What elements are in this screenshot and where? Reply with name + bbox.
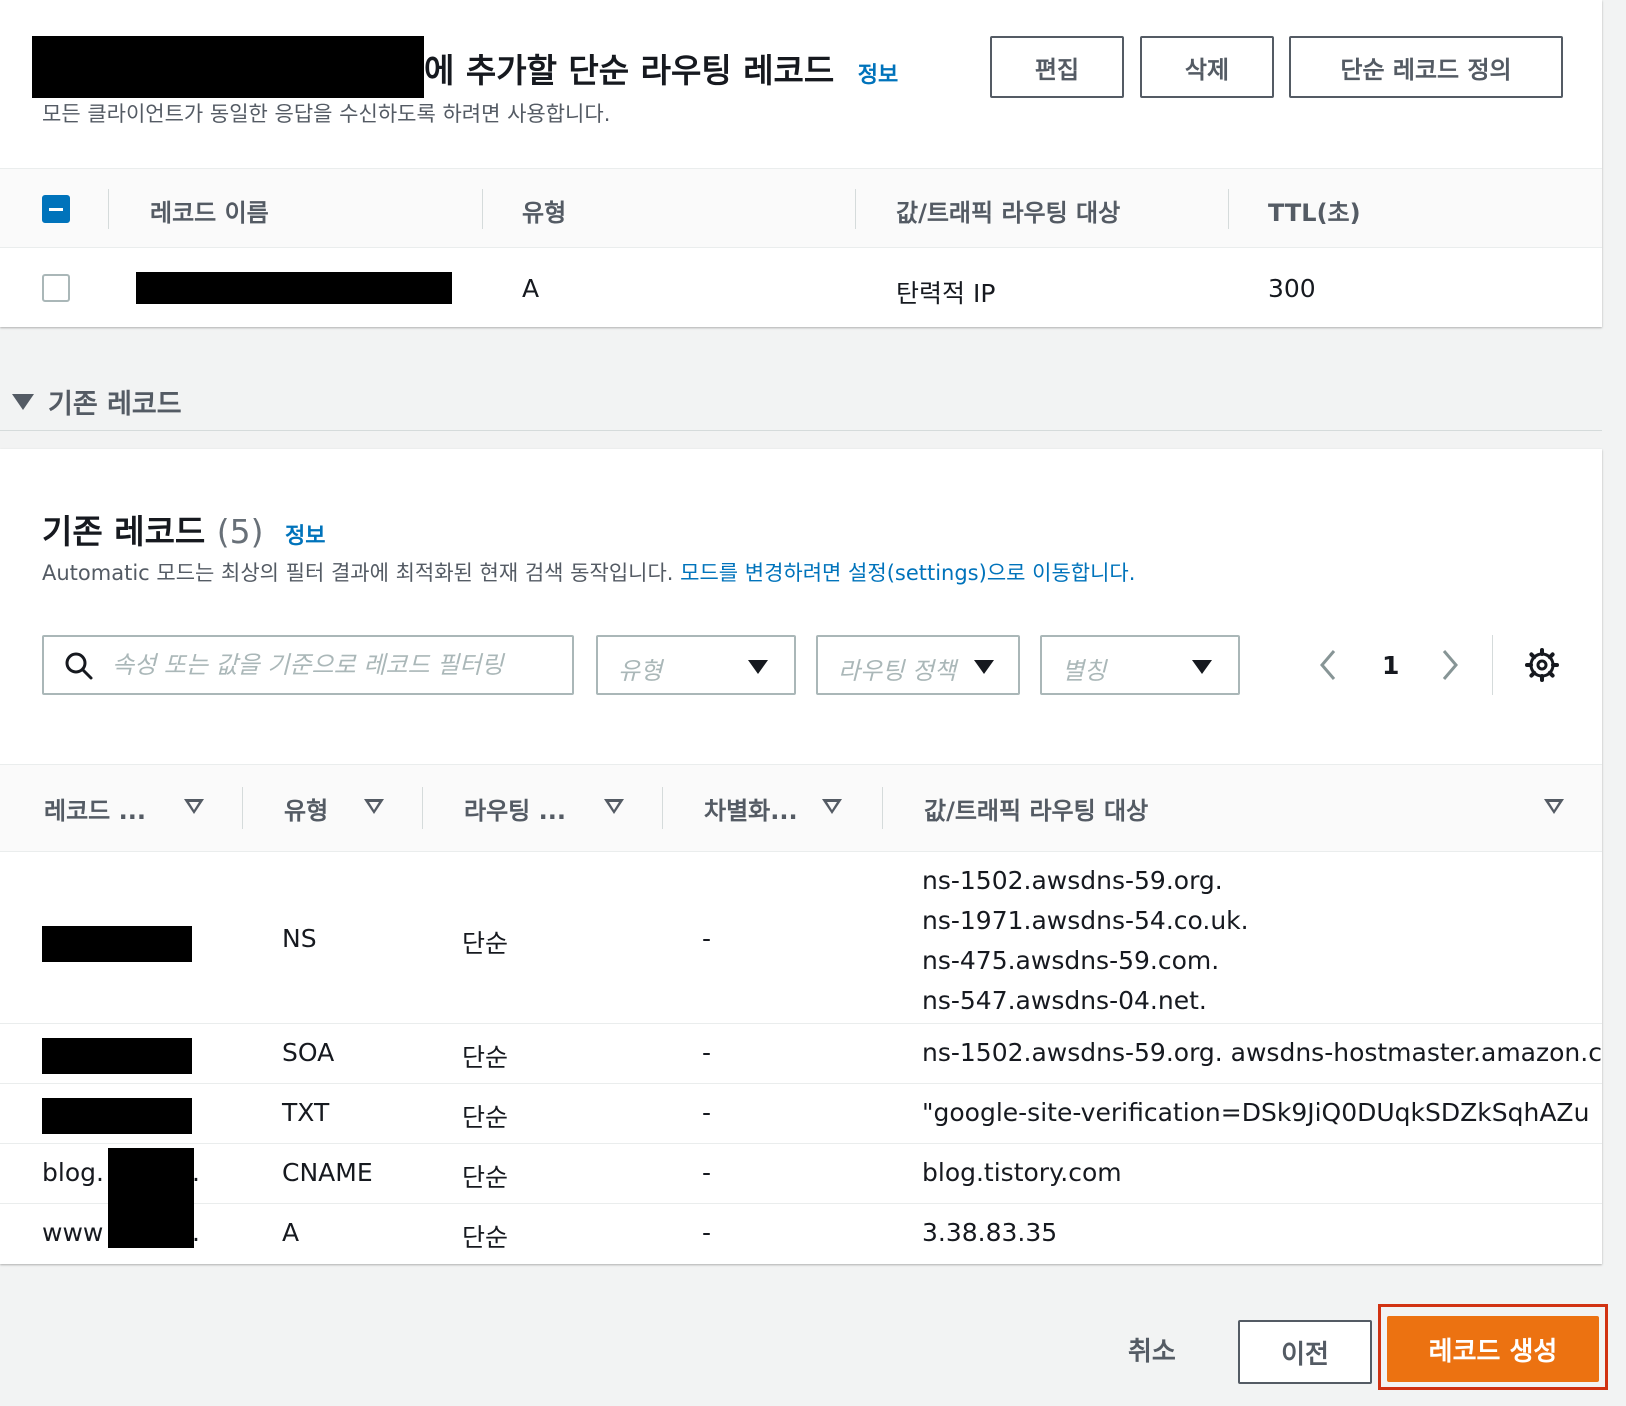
record-type: TXT bbox=[282, 1098, 330, 1127]
record-differentiator: - bbox=[702, 1158, 712, 1187]
column-header-routing[interactable]: 라우팅 ... bbox=[464, 791, 566, 826]
redacted-record-name bbox=[42, 1038, 192, 1074]
delete-button[interactable]: 삭제 bbox=[1140, 36, 1274, 98]
caret-down-icon bbox=[1192, 660, 1212, 674]
record-value-2: ns-1971.awsdns-54.co.uk. bbox=[922, 906, 1249, 935]
table-row[interactable]: blog. . CNAME 단순 - blog.tistory.com bbox=[0, 1144, 1602, 1204]
column-header-value[interactable]: 값/트래픽 라우팅 대상 bbox=[924, 791, 1148, 826]
record-type: SOA bbox=[282, 1038, 335, 1067]
redacted-record-name bbox=[42, 926, 192, 962]
caret-down-icon bbox=[974, 660, 994, 674]
column-header-differentiator[interactable]: 차별화... bbox=[704, 791, 798, 826]
record-routing: 단순 bbox=[462, 1043, 509, 1072]
record-value: blog.tistory.com bbox=[922, 1158, 1122, 1187]
table-row[interactable]: NS 단순 - ns-1502.awsdns-59.org. ns-1971.a… bbox=[0, 852, 1602, 1024]
panel-title-text: 에 추가할 단순 라우팅 레코드 bbox=[424, 51, 835, 90]
existing-records-panel: 기존 레코드 (5) 정보 Automatic 모드는 최상의 필터 결과에 최… bbox=[0, 449, 1602, 1264]
column-header-type[interactable]: 유형 bbox=[284, 791, 328, 826]
routing-policy-filter-select[interactable]: 라우팅 정책 bbox=[816, 635, 1020, 695]
records-count: (5) bbox=[216, 512, 264, 551]
redacted-record-name bbox=[136, 272, 452, 304]
sort-icon[interactable] bbox=[184, 799, 204, 814]
caret-down-icon bbox=[12, 393, 34, 410]
record-value: "google-site-verification=DSk9JiQ0DUqkSD… bbox=[922, 1098, 1590, 1127]
redacted-record-name bbox=[42, 1098, 192, 1134]
cancel-button[interactable]: 취소 bbox=[1128, 1331, 1176, 1368]
column-header-type[interactable]: 유형 bbox=[522, 193, 566, 228]
column-header-record-name[interactable]: 레코드 ... bbox=[44, 791, 146, 826]
records-title-text: 기존 레코드 bbox=[42, 512, 206, 551]
alias-filter-select[interactable]: 별칭 bbox=[1040, 635, 1240, 695]
records-title: 기존 레코드 (5) 정보 bbox=[42, 505, 326, 553]
redacted-zone-name bbox=[32, 36, 424, 98]
edit-button[interactable]: 편집 bbox=[990, 36, 1124, 98]
select-all-checkbox[interactable] bbox=[42, 195, 70, 223]
record-value: 3.38.83.35 bbox=[922, 1218, 1058, 1247]
sort-icon[interactable] bbox=[604, 799, 624, 814]
panel-title: 에 추가할 단순 라우팅 레코드 정보 bbox=[424, 44, 898, 92]
record-value: 탄력적 IP bbox=[896, 279, 996, 308]
records-description: Automatic 모드는 최상의 필터 결과에 최적화된 현재 검색 동작입니… bbox=[42, 557, 1135, 587]
column-header-record-name[interactable]: 레코드 이름 bbox=[150, 193, 269, 228]
routing-policy-placeholder: 라우팅 정책 bbox=[838, 657, 957, 685]
section-label: 기존 레코드 bbox=[48, 389, 182, 420]
next-page-icon[interactable] bbox=[1438, 645, 1462, 685]
settings-link[interactable]: 모드를 변경하려면 설정(settings)으로 이동합니다. bbox=[680, 561, 1135, 585]
column-header-ttl[interactable]: TTL(초) bbox=[1268, 193, 1361, 228]
search-field[interactable] bbox=[42, 635, 574, 695]
record-name: blog. bbox=[42, 1158, 104, 1187]
record-routing: 단순 bbox=[462, 1103, 509, 1132]
record-type: NS bbox=[282, 924, 317, 953]
previous-page-icon[interactable] bbox=[1316, 645, 1340, 685]
record-differentiator: - bbox=[702, 1038, 712, 1067]
record-routing: 단순 bbox=[462, 929, 509, 958]
search-input[interactable] bbox=[112, 645, 562, 685]
record-value-3: ns-475.awsdns-59.com. bbox=[922, 946, 1220, 975]
sort-icon[interactable] bbox=[1544, 799, 1564, 814]
table-row[interactable]: TXT 단순 - "google-site-verification=DSk9J… bbox=[0, 1084, 1602, 1144]
alias-filter-placeholder: 별칭 bbox=[1062, 657, 1107, 685]
records-table-header: 레코드 ... 유형 라우팅 ... 차별화... 값/트래픽 라우팅 대상 bbox=[0, 764, 1602, 852]
record-type: A bbox=[282, 1218, 300, 1247]
previous-button[interactable]: 이전 bbox=[1238, 1320, 1372, 1384]
type-filter-select[interactable]: 유형 bbox=[596, 635, 796, 695]
description-text: Automatic 모드는 최상의 필터 결과에 최적화된 현재 검색 동작입니… bbox=[42, 561, 674, 585]
create-records-button[interactable]: 레코드 생성 bbox=[1387, 1316, 1599, 1382]
search-icon bbox=[65, 652, 93, 680]
info-link[interactable]: 정보 bbox=[858, 63, 898, 88]
existing-records-toggle[interactable]: 기존 레코드 bbox=[12, 382, 182, 421]
page-number[interactable]: 1 bbox=[1382, 651, 1399, 680]
info-link[interactable]: 정보 bbox=[285, 524, 325, 549]
sort-icon[interactable] bbox=[364, 799, 384, 814]
record-differentiator: - bbox=[702, 1098, 712, 1127]
record-type: A bbox=[522, 274, 540, 303]
record-value-1: ns-1502.awsdns-59.org. bbox=[922, 866, 1223, 895]
record-routing: 단순 bbox=[462, 1163, 509, 1192]
pagination: 1 bbox=[1382, 635, 1399, 695]
define-simple-record-button[interactable]: 단순 레코드 정의 bbox=[1289, 36, 1563, 98]
simple-routing-records-panel: 에 추가할 단순 라우팅 레코드 정보 모든 클라이언트가 동일한 응답을 수신… bbox=[0, 0, 1602, 327]
row-checkbox[interactable] bbox=[42, 274, 70, 302]
record-ttl: 300 bbox=[1268, 274, 1316, 303]
sort-icon[interactable] bbox=[822, 799, 842, 814]
caret-down-icon bbox=[748, 660, 768, 674]
record-type: CNAME bbox=[282, 1158, 373, 1187]
settings-gear-icon[interactable] bbox=[1524, 647, 1560, 683]
record-routing: 단순 bbox=[462, 1223, 509, 1252]
panel-subtitle: 모든 클라이언트가 동일한 응답을 수신하도록 하려면 사용합니다. bbox=[42, 102, 611, 126]
record-differentiator: - bbox=[702, 924, 712, 953]
column-header-value[interactable]: 값/트래픽 라우팅 대상 bbox=[896, 193, 1120, 228]
table-row[interactable]: SOA 단순 - ns-1502.awsdns-59.org. awsdns-h… bbox=[0, 1024, 1602, 1084]
record-differentiator: - bbox=[702, 1218, 712, 1247]
type-filter-placeholder: 유형 bbox=[618, 657, 663, 685]
record-value: ns-1502.awsdns-59.org. awsdns-hostmaster… bbox=[922, 1038, 1602, 1067]
table-header: 레코드 이름 유형 값/트래픽 라우팅 대상 TTL(초) bbox=[0, 168, 1602, 248]
record-name: www bbox=[42, 1218, 104, 1247]
redacted-record-name bbox=[108, 1148, 194, 1248]
record-value-4: ns-547.awsdns-04.net. bbox=[922, 986, 1207, 1015]
table-row[interactable]: www . A 단순 - 3.38.83.35 bbox=[0, 1204, 1602, 1264]
